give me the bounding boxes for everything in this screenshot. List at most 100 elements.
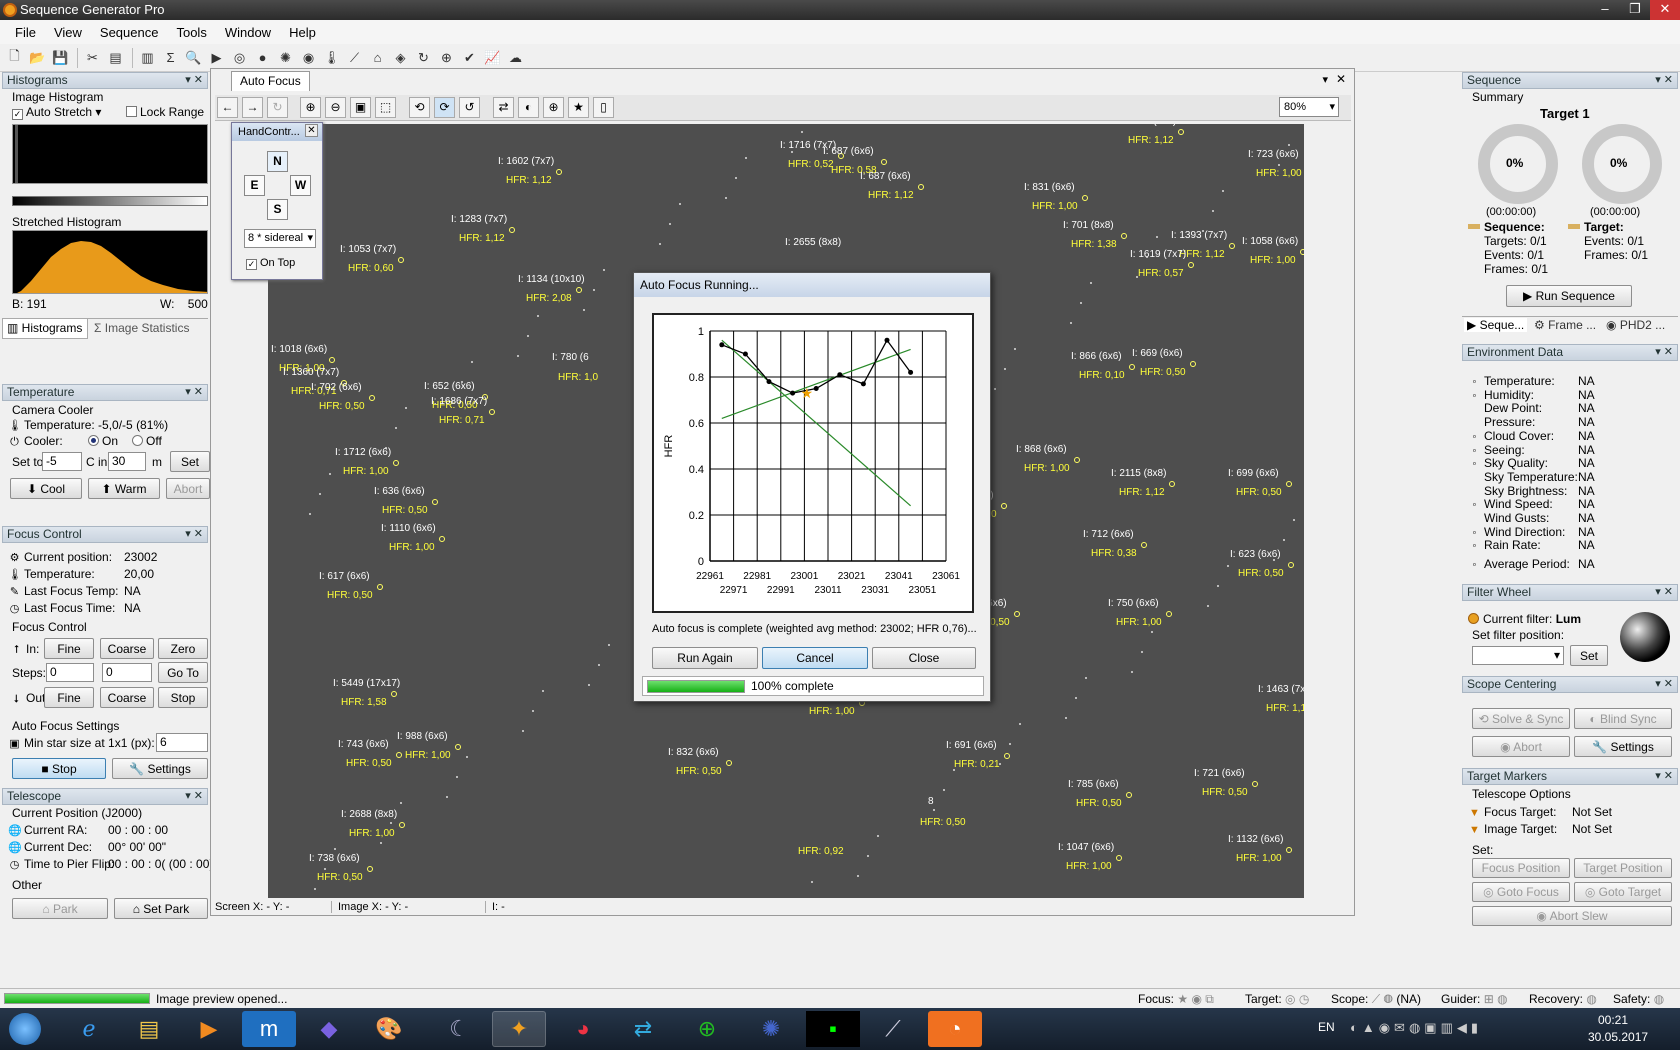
warm-button[interactable]: ⬆ Warm <box>88 478 160 499</box>
app-crystal-icon[interactable]: ◆ <box>302 1011 356 1047</box>
stellarium-icon[interactable]: ☾ <box>432 1011 486 1047</box>
cartes-icon[interactable]: ✺ <box>744 1011 798 1047</box>
phd-icon[interactable]: ⊕ <box>680 1011 734 1047</box>
run-again-button[interactable]: Run Again <box>652 647 758 669</box>
cancel-button[interactable]: Cancel <box>762 647 868 669</box>
maxthon-icon[interactable]: m <box>242 1011 296 1047</box>
set-temperature-button[interactable]: Set <box>170 451 210 472</box>
zoom-in-icon[interactable]: ⊕ <box>300 97 321 118</box>
forward-icon[interactable]: → <box>242 97 263 118</box>
tray-icons[interactable]: ◐▲◉✉◍▣▥◀▮ <box>1350 1020 1482 1036</box>
zoom-select[interactable]: 80% ▾ <box>1279 97 1339 117</box>
menu-window[interactable]: Window <box>216 25 280 40</box>
east-button[interactable]: E <box>244 175 265 196</box>
thermometer-icon[interactable]: 🌡 <box>321 47 342 68</box>
back-icon[interactable]: ← <box>217 97 238 118</box>
ascom-icon[interactable]: ⟋ <box>866 1011 920 1047</box>
histogram-icon[interactable]: ▥ <box>137 47 158 68</box>
telescope-icon[interactable]: ⟋ <box>344 47 365 68</box>
refresh-icon[interactable]: ↻ <box>267 97 288 118</box>
weather-icon[interactable]: ☁ <box>505 47 526 68</box>
filter-icon[interactable]: ◈ <box>390 47 411 68</box>
cool-button[interactable]: ⬇ Cool <box>10 478 82 499</box>
focus-stop-small-button[interactable]: Stop <box>158 687 208 708</box>
zoom-out-icon[interactable]: ⊖ <box>325 97 346 118</box>
set-park-button[interactable]: ⌂ Set Park <box>114 898 208 919</box>
filter-position-select[interactable]: ▾ <box>1472 646 1564 665</box>
focus-out-fine-button[interactable]: Fine <box>44 687 94 708</box>
tab-sequence[interactable]: ▶ Seque... <box>1464 318 1528 332</box>
sun-icon[interactable]: ● <box>252 47 273 68</box>
rotate-right-icon[interactable]: ⟳ <box>434 97 455 118</box>
new-icon[interactable]: 🗋 <box>4 47 25 68</box>
close-dialog-button[interactable]: Close <box>872 647 976 669</box>
sequence-icon[interactable]: ▤ <box>105 47 126 68</box>
stretch-gradient[interactable] <box>12 196 208 206</box>
tab-frame[interactable]: ⚙ Frame ... <box>1534 318 1596 332</box>
blind-sync-button[interactable]: ◐ Blind Sync <box>1574 708 1672 729</box>
centering-settings-button[interactable]: 🔧 Settings <box>1574 736 1672 757</box>
sgp-taskbar-icon[interactable]: ✦ <box>492 1011 546 1047</box>
tab-image-statistics[interactable]: Σ Image Statistics <box>90 319 202 339</box>
doc-close-icon[interactable]: ✕ <box>1336 72 1346 86</box>
teamviewer-icon[interactable]: ⇄ <box>616 1011 670 1047</box>
focus-in-fine-button[interactable]: Fine <box>44 638 94 659</box>
goto-target-button[interactable]: ◎ Goto Target <box>1574 882 1672 902</box>
target-position-button[interactable]: Target Position <box>1574 858 1672 878</box>
focus-zero-button[interactable]: Zero <box>158 638 208 659</box>
menu-file[interactable]: File <box>6 25 45 40</box>
tools-icon[interactable]: ✂ <box>82 47 103 68</box>
min-star-size-input[interactable]: 6 <box>156 733 208 752</box>
steps-input-2[interactable]: 0 <box>102 663 152 682</box>
app-orange-icon[interactable]: ◔ <box>928 1011 982 1047</box>
auto-stretch-checkbox[interactable]: ✓ Auto Stretch ▾ <box>12 105 101 120</box>
run-sequence-button[interactable]: ▶ Run Sequence <box>1506 285 1632 307</box>
auto-rotate-icon[interactable]: ↺ <box>459 97 480 118</box>
start-button[interactable] <box>0 1011 50 1047</box>
open-icon[interactable]: 📂 <box>27 47 48 68</box>
slew-rate-select[interactable]: 8 * sidereal ▾ <box>244 229 316 248</box>
steps-input-1[interactable]: 0 <box>46 663 94 682</box>
abort-slew-button[interactable]: ◉ Abort Slew <box>1472 906 1672 926</box>
rotator-icon[interactable]: ↻ <box>413 47 434 68</box>
menu-sequence[interactable]: Sequence <box>91 25 168 40</box>
crosshair-icon[interactable]: ⊕ <box>543 97 564 118</box>
auto-focus-stop-button[interactable]: ■ Stop <box>12 758 106 779</box>
observatory-icon[interactable]: ⌂ <box>367 47 388 68</box>
graph-icon[interactable]: 📈 <box>482 47 503 68</box>
page-icon[interactable]: ▯ <box>593 97 614 118</box>
explorer-icon[interactable]: ▤ <box>122 1011 176 1047</box>
language-indicator[interactable]: EN <box>1318 1020 1335 1034</box>
tab-histograms[interactable]: ▥ Histograms <box>2 319 88 339</box>
on-top-checkbox[interactable]: ✓ On Top <box>246 257 295 270</box>
search-icon[interactable]: 🔍 <box>183 47 204 68</box>
target-icon[interactable]: ◎ <box>229 47 250 68</box>
chrome-icon[interactable]: ◕ <box>556 1011 610 1047</box>
centering-abort-button[interactable]: ◉ Abort <box>1472 736 1570 757</box>
close-window-button[interactable]: ✕ <box>1650 0 1680 20</box>
tab-auto-focus[interactable]: Auto Focus <box>231 71 310 91</box>
focus-in-coarse-button[interactable]: Coarse <box>100 638 154 659</box>
doc-menu-icon[interactable]: ▾ <box>1322 73 1328 86</box>
solve-sync-button[interactable]: ⟲ Solve & Sync <box>1472 708 1570 729</box>
park-button[interactable]: ⌂ Park <box>12 898 108 919</box>
abort-cooling-button[interactable]: Abort <box>166 478 210 499</box>
cooler-off-radio[interactable]: Off <box>132 434 162 448</box>
flip-icon[interactable]: ⇄ <box>493 97 514 118</box>
minimize-button[interactable]: – <box>1590 0 1620 20</box>
paint-icon[interactable]: 🎨 <box>362 1011 416 1047</box>
crosshair-icon[interactable]: ⊕ <box>436 47 457 68</box>
goto-position-button[interactable]: Go To <box>158 662 208 683</box>
lock-range-checkbox[interactable]: Lock Range <box>126 105 204 119</box>
star-icon[interactable]: ★ <box>568 97 589 118</box>
contrast-icon[interactable]: ◐ <box>518 97 539 118</box>
auto-focus-settings-button[interactable]: 🔧 Settings <box>112 758 208 779</box>
rotate-left-icon[interactable]: ⟲ <box>409 97 430 118</box>
set-filter-button[interactable]: Set <box>1570 645 1608 666</box>
select-icon[interactable]: ⬚ <box>375 97 396 118</box>
west-button[interactable]: W <box>290 175 311 196</box>
focus-icon[interactable]: ✺ <box>275 47 296 68</box>
focus-out-coarse-button[interactable]: Coarse <box>100 687 154 708</box>
cooler-on-radio[interactable]: On <box>88 434 118 448</box>
tab-phd2[interactable]: ◉ PHD2 ... <box>1606 318 1665 332</box>
